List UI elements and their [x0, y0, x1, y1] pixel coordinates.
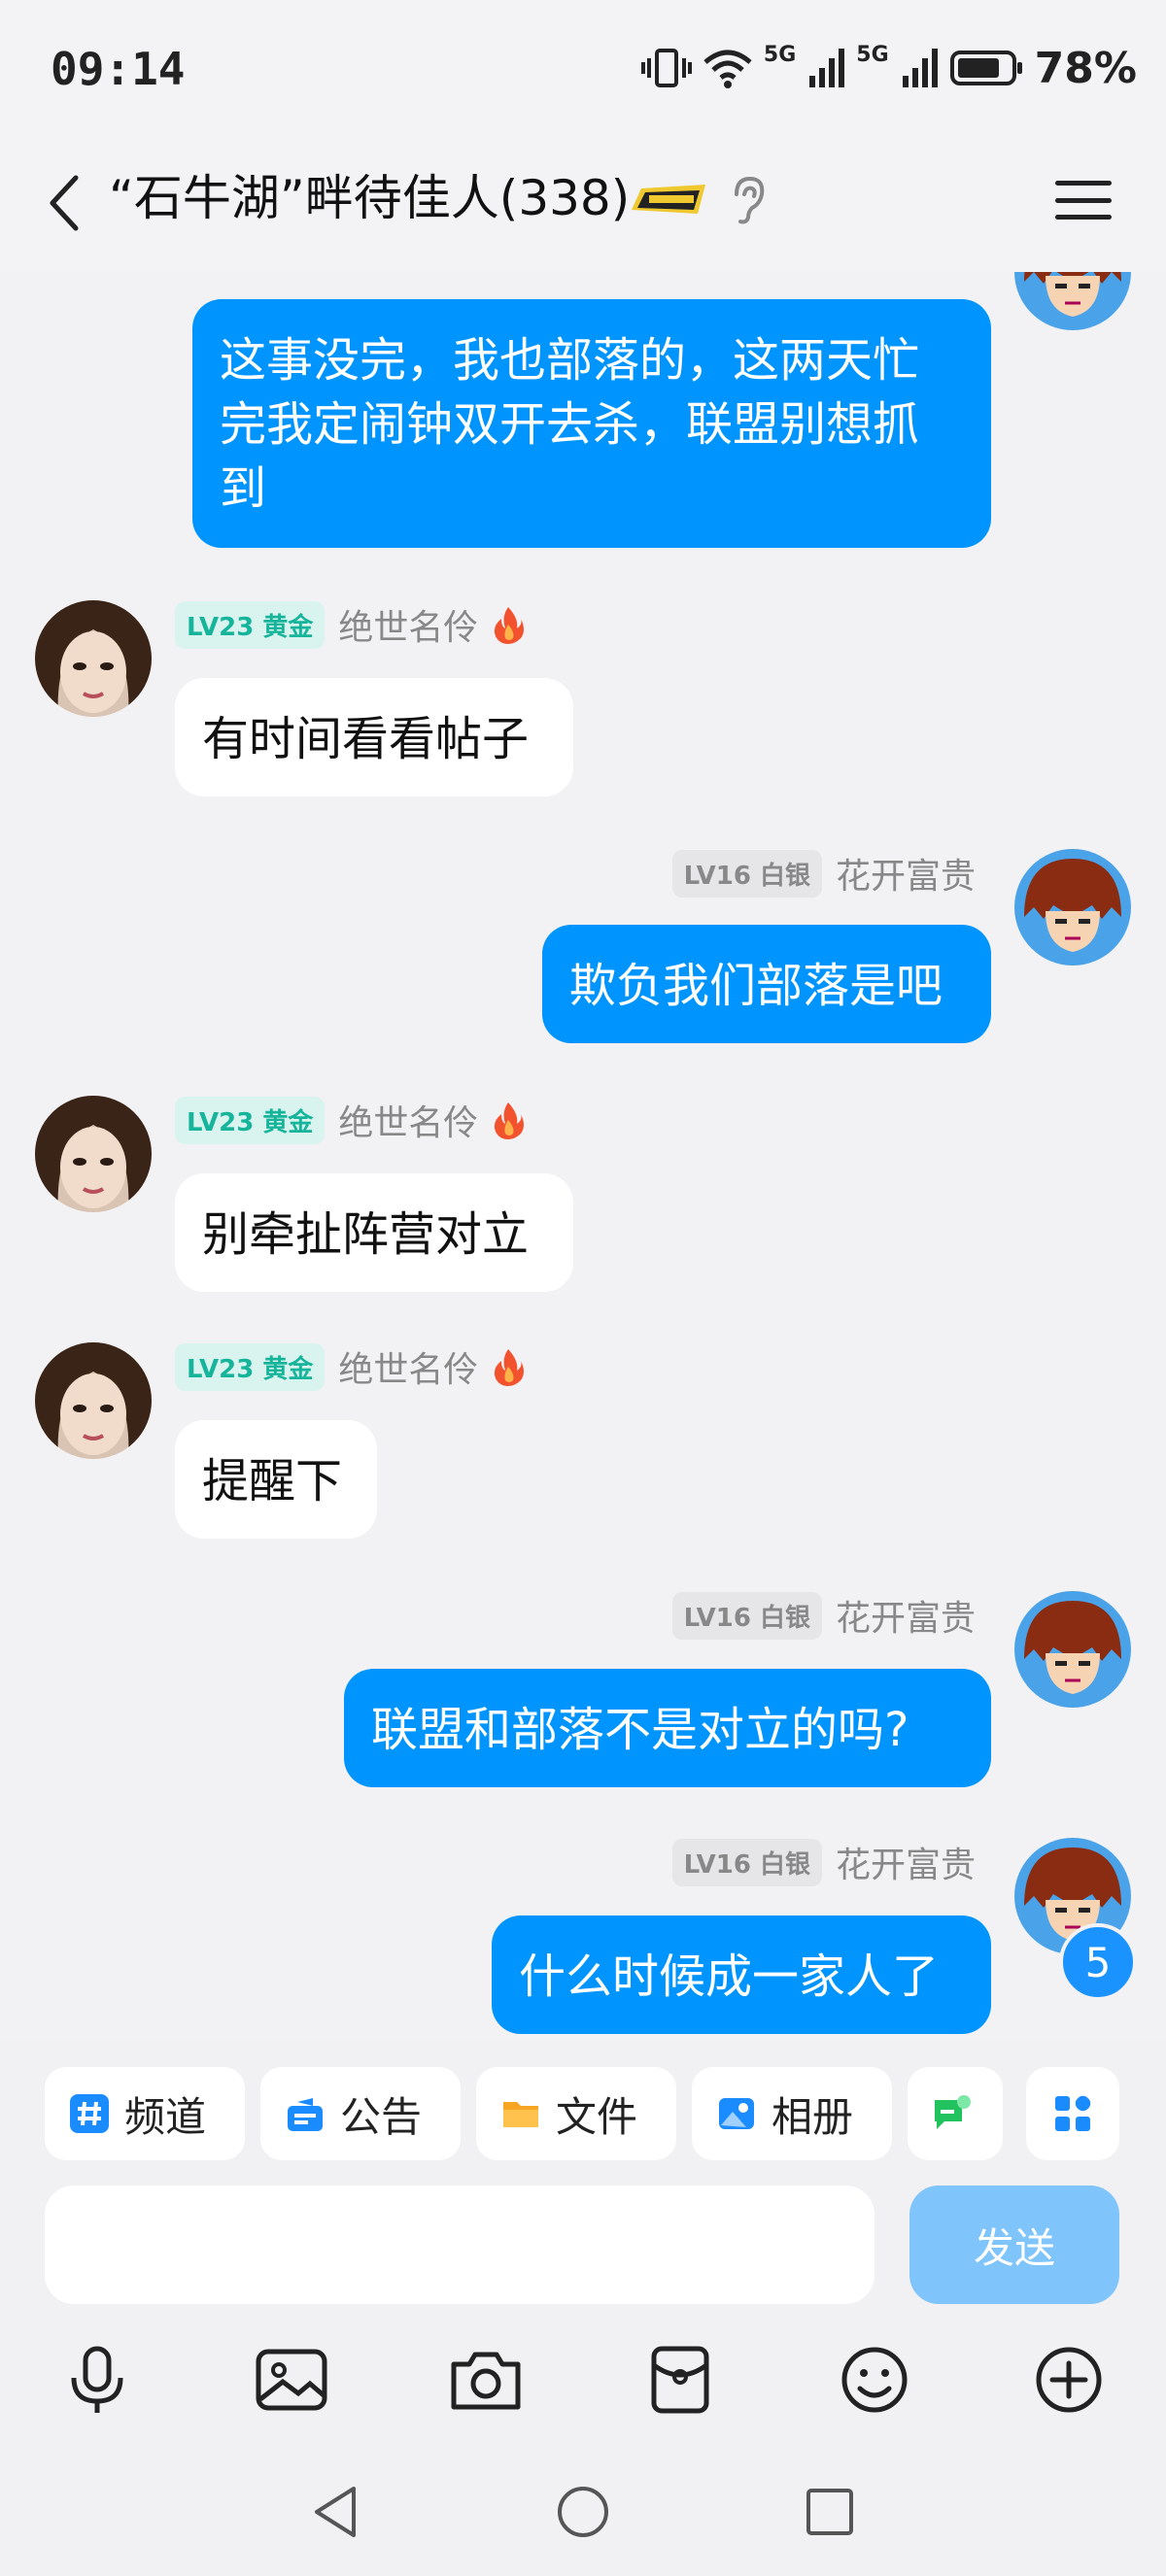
message-meta: LV23 黄金 绝世名伶 [175, 600, 525, 649]
emoji-button[interactable] [836, 2341, 913, 2419]
shortcut-bar: 频道 公告 文件 相册 [0, 2040, 1166, 2186]
sender-name[interactable]: 花开富贵 [836, 848, 976, 898]
announcement-icon [286, 2094, 325, 2133]
composer: 发送 [0, 2186, 1166, 2306]
camera-icon [451, 2352, 521, 2410]
battery-icon [949, 47, 1025, 89]
level-badge: LV23 黄金 [175, 600, 326, 649]
sender-name[interactable]: 花开富贵 [836, 1837, 976, 1887]
square-recents-icon [806, 2489, 853, 2535]
avatar[interactable] [35, 1342, 152, 1459]
sender-name[interactable]: 绝世名伶 [338, 1341, 478, 1392]
message-meta: LV16 白银 花开富贵 [671, 1837, 976, 1887]
unread-count-badge[interactable]: 5 [1059, 1923, 1137, 2001]
message-meta: LV16 白银 花开富贵 [671, 1590, 976, 1641]
back-button[interactable] [35, 169, 93, 237]
avatar[interactable] [35, 600, 152, 717]
image-icon [256, 2349, 327, 2411]
ear-icon[interactable] [729, 175, 768, 225]
fire-icon [495, 1102, 525, 1139]
level-badge: LV16 白银 [671, 1591, 822, 1640]
camera-button[interactable] [447, 2341, 525, 2419]
network-type-2: 5G [856, 43, 889, 67]
triangle-back-icon [315, 2487, 356, 2537]
shortcut-more[interactable] [1026, 2067, 1119, 2160]
sender-name[interactable]: 花开富贵 [836, 1590, 976, 1641]
system-nav-bar [0, 2452, 1166, 2576]
send-button[interactable]: 发送 [909, 2186, 1119, 2304]
more-button[interactable] [1030, 2341, 1108, 2419]
level-badge: LV16 白银 [671, 849, 822, 898]
hashtag-icon [70, 2094, 109, 2133]
avatar[interactable] [1014, 1591, 1131, 1708]
shortcut-label: 频道 [124, 2092, 207, 2141]
shortcut-label: 公告 [340, 2092, 423, 2141]
avatar[interactable] [1014, 272, 1131, 330]
message-line: 到 [220, 461, 267, 516]
voice-button[interactable] [58, 2341, 136, 2419]
message-bubble[interactable]: 这事没完，我也部落的，这两天忙 完我定闹钟双开去杀，联盟别想抓 到 [192, 299, 991, 548]
vibrate-icon [640, 47, 692, 89]
chat-plus-icon [933, 2094, 972, 2133]
fire-icon [495, 1349, 525, 1386]
status-time: 09:14 [51, 43, 186, 95]
message-meta: LV23 黄金 绝世名伶 [175, 1096, 525, 1144]
shortcut-files[interactable]: 文件 [476, 2067, 676, 2160]
avatar[interactable] [1014, 849, 1131, 966]
status-icons: 5G 5G 78% [640, 39, 1137, 97]
message-bubble[interactable]: 欺负我们部落是吧 [542, 925, 991, 1043]
network-type-1: 5G [763, 43, 797, 67]
wifi-icon [702, 47, 754, 89]
status-bar: 09:14 5G 5G 78% [0, 0, 1166, 146]
level-badge: LV16 白银 [671, 1838, 822, 1886]
nav-recents-button[interactable] [791, 2473, 869, 2551]
level-badge: LV23 黄金 [175, 1096, 326, 1144]
group-title[interactable]: “石牛湖”畔待佳人(338) [109, 169, 630, 227]
folder-icon [501, 2094, 540, 2133]
shortcut-album[interactable]: 相册 [692, 2067, 892, 2160]
group-badge-icon [628, 181, 711, 220]
plus-circle-icon [1036, 2347, 1102, 2413]
nav-back-button[interactable] [297, 2473, 375, 2551]
smile-icon [841, 2347, 908, 2413]
fire-icon [495, 607, 525, 644]
red-packet-button[interactable] [641, 2341, 719, 2419]
battery-percent: 78% [1034, 43, 1137, 93]
shortcut-announcement[interactable]: 公告 [260, 2067, 461, 2160]
apps-grid-icon [1053, 2094, 1092, 2133]
circle-home-icon [558, 2487, 608, 2537]
message-bubble[interactable]: 有时间看看帖子 [175, 678, 573, 797]
sender-name[interactable]: 绝世名伶 [338, 1095, 478, 1145]
signal-icon [901, 47, 940, 89]
message-meta: LV23 黄金 绝世名伶 [175, 1342, 525, 1391]
signal-icon [807, 47, 846, 89]
shortcut-chat[interactable] [908, 2067, 1003, 2160]
message-meta: LV16 白银 花开富贵 [671, 848, 976, 898]
shortcut-label: 相册 [772, 2092, 854, 2141]
shortcut-channel[interactable]: 频道 [45, 2067, 245, 2160]
nav-home-button[interactable] [544, 2473, 622, 2551]
image-button[interactable] [253, 2341, 330, 2419]
shortcut-label: 文件 [556, 2092, 638, 2141]
chat-header: “石牛湖”畔待佳人(338) [0, 146, 1166, 272]
message-line: 这事没完，我也部落的，这两天忙 [220, 333, 920, 388]
message-bubble[interactable]: 联盟和部落不是对立的吗? [344, 1669, 991, 1787]
microphone-icon [71, 2346, 123, 2413]
message-list[interactable]: 这事没完，我也部落的，这两天忙 完我定闹钟双开去杀，联盟别想抓 到 LV23 黄… [0, 272, 1166, 2040]
sender-name[interactable]: 绝世名伶 [338, 599, 478, 650]
message-bubble[interactable]: 什么时候成一家人了 [492, 1915, 991, 2034]
message-line: 完我定闹钟双开去杀，联盟别想抓 [220, 397, 920, 452]
menu-icon[interactable] [1053, 171, 1114, 229]
avatar[interactable] [35, 1096, 152, 1212]
chevron-left-icon [50, 175, 79, 231]
message-bubble[interactable]: 别牵扯阵营对立 [175, 1173, 573, 1292]
album-icon [717, 2094, 756, 2133]
message-input[interactable] [45, 2186, 874, 2304]
message-bubble[interactable]: 提醒下 [175, 1420, 377, 1539]
red-packet-icon [651, 2346, 709, 2414]
input-toolbar [0, 2306, 1166, 2452]
level-badge: LV23 黄金 [175, 1342, 326, 1391]
